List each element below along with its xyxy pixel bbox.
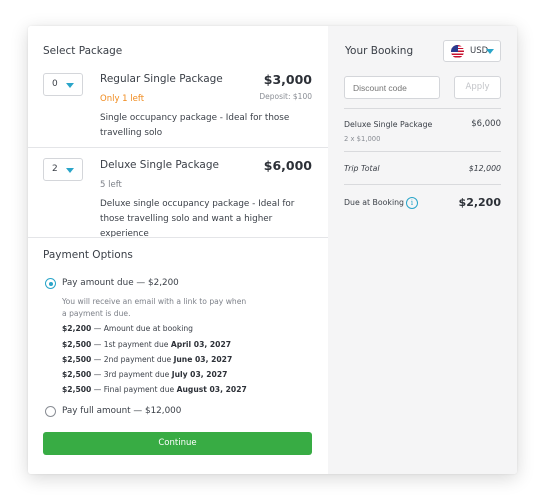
line-item-name: Deluxe Single Package <box>344 120 433 129</box>
divider <box>28 147 328 148</box>
schedule-amount: $2,200 <box>62 324 92 333</box>
discount-code-input[interactable] <box>344 76 440 99</box>
schedule-amount: $2,500 <box>62 370 92 379</box>
pay-full-amount-label[interactable]: Pay full amount — $12,000 <box>62 406 181 416</box>
pay-amount-due-label[interactable]: Pay amount due — $2,200 <box>62 278 179 288</box>
radio-pay-amount-due[interactable] <box>45 278 56 289</box>
availability-badge-regular: Only 1 left <box>100 94 145 104</box>
schedule-row: $2,500 — 3rd payment due July 03, 2027 <box>62 370 228 379</box>
trip-total-label: Trip Total <box>344 164 380 173</box>
apply-button[interactable]: Apply <box>454 76 501 99</box>
currency-select[interactable]: USD <box>443 40 501 62</box>
quantity-value: 0 <box>52 79 58 89</box>
quantity-select-deluxe[interactable]: 2 <box>43 158 83 181</box>
trip-total-value: $12,000 <box>468 164 501 173</box>
email-note: You will receive an email with a link to… <box>62 297 247 318</box>
booking-card: Select Package 0 Regular Single Package … <box>28 26 517 474</box>
info-icon[interactable]: i <box>406 197 418 209</box>
continue-button[interactable]: Continue <box>43 432 312 455</box>
due-at-booking-label: Due at Booking <box>344 198 404 207</box>
package-description-regular: Single occupancy package - Ideal for tho… <box>100 113 290 138</box>
schedule-row: $2,500 — 2nd payment due June 03, 2027 <box>62 355 233 364</box>
package-price-deluxe: $6,000 <box>263 158 312 173</box>
divider <box>344 184 501 185</box>
package-name-regular: Regular Single Package <box>100 73 223 85</box>
package-column: Select Package 0 Regular Single Package … <box>28 26 328 474</box>
chevron-down-icon <box>66 168 74 173</box>
divider <box>344 108 501 109</box>
package-description-deluxe: Deluxe single occupancy package - Ideal … <box>100 199 295 239</box>
schedule-row: $2,200 — Amount due at booking <box>62 324 194 333</box>
package-price-regular: $3,000 <box>263 72 312 87</box>
availability-badge-deluxe: 5 left <box>100 180 122 190</box>
us-flag-icon <box>451 45 464 58</box>
schedule-amount: $2,500 <box>62 385 92 394</box>
schedule-amount: $2,500 <box>62 355 92 364</box>
booking-summary: Your Booking USD Apply Deluxe Single Pac… <box>328 26 517 474</box>
schedule-row: $2,500 — 1st payment due April 03, 2027 <box>62 340 232 349</box>
radio-pay-full-amount[interactable] <box>45 406 56 417</box>
divider <box>344 151 501 152</box>
due-at-booking-value: $2,200 <box>458 196 501 209</box>
schedule-amount: $2,500 <box>62 340 92 349</box>
deposit-label-regular: Deposit: $100 <box>259 92 312 101</box>
your-booking-title: Your Booking <box>345 45 414 57</box>
chevron-down-icon <box>66 83 74 88</box>
schedule-row: $2,500 — Final payment due August 03, 20… <box>62 385 247 394</box>
line-item-price: $6,000 <box>471 119 501 129</box>
payment-options-title: Payment Options <box>43 249 133 261</box>
line-item-detail: 2 x $1,000 <box>344 135 381 143</box>
quantity-value: 2 <box>52 164 58 174</box>
chevron-down-icon <box>486 49 494 54</box>
quantity-select-regular[interactable]: 0 <box>43 73 83 96</box>
divider <box>28 237 328 238</box>
package-name-deluxe: Deluxe Single Package <box>100 159 219 171</box>
select-package-title: Select Package <box>43 45 123 57</box>
